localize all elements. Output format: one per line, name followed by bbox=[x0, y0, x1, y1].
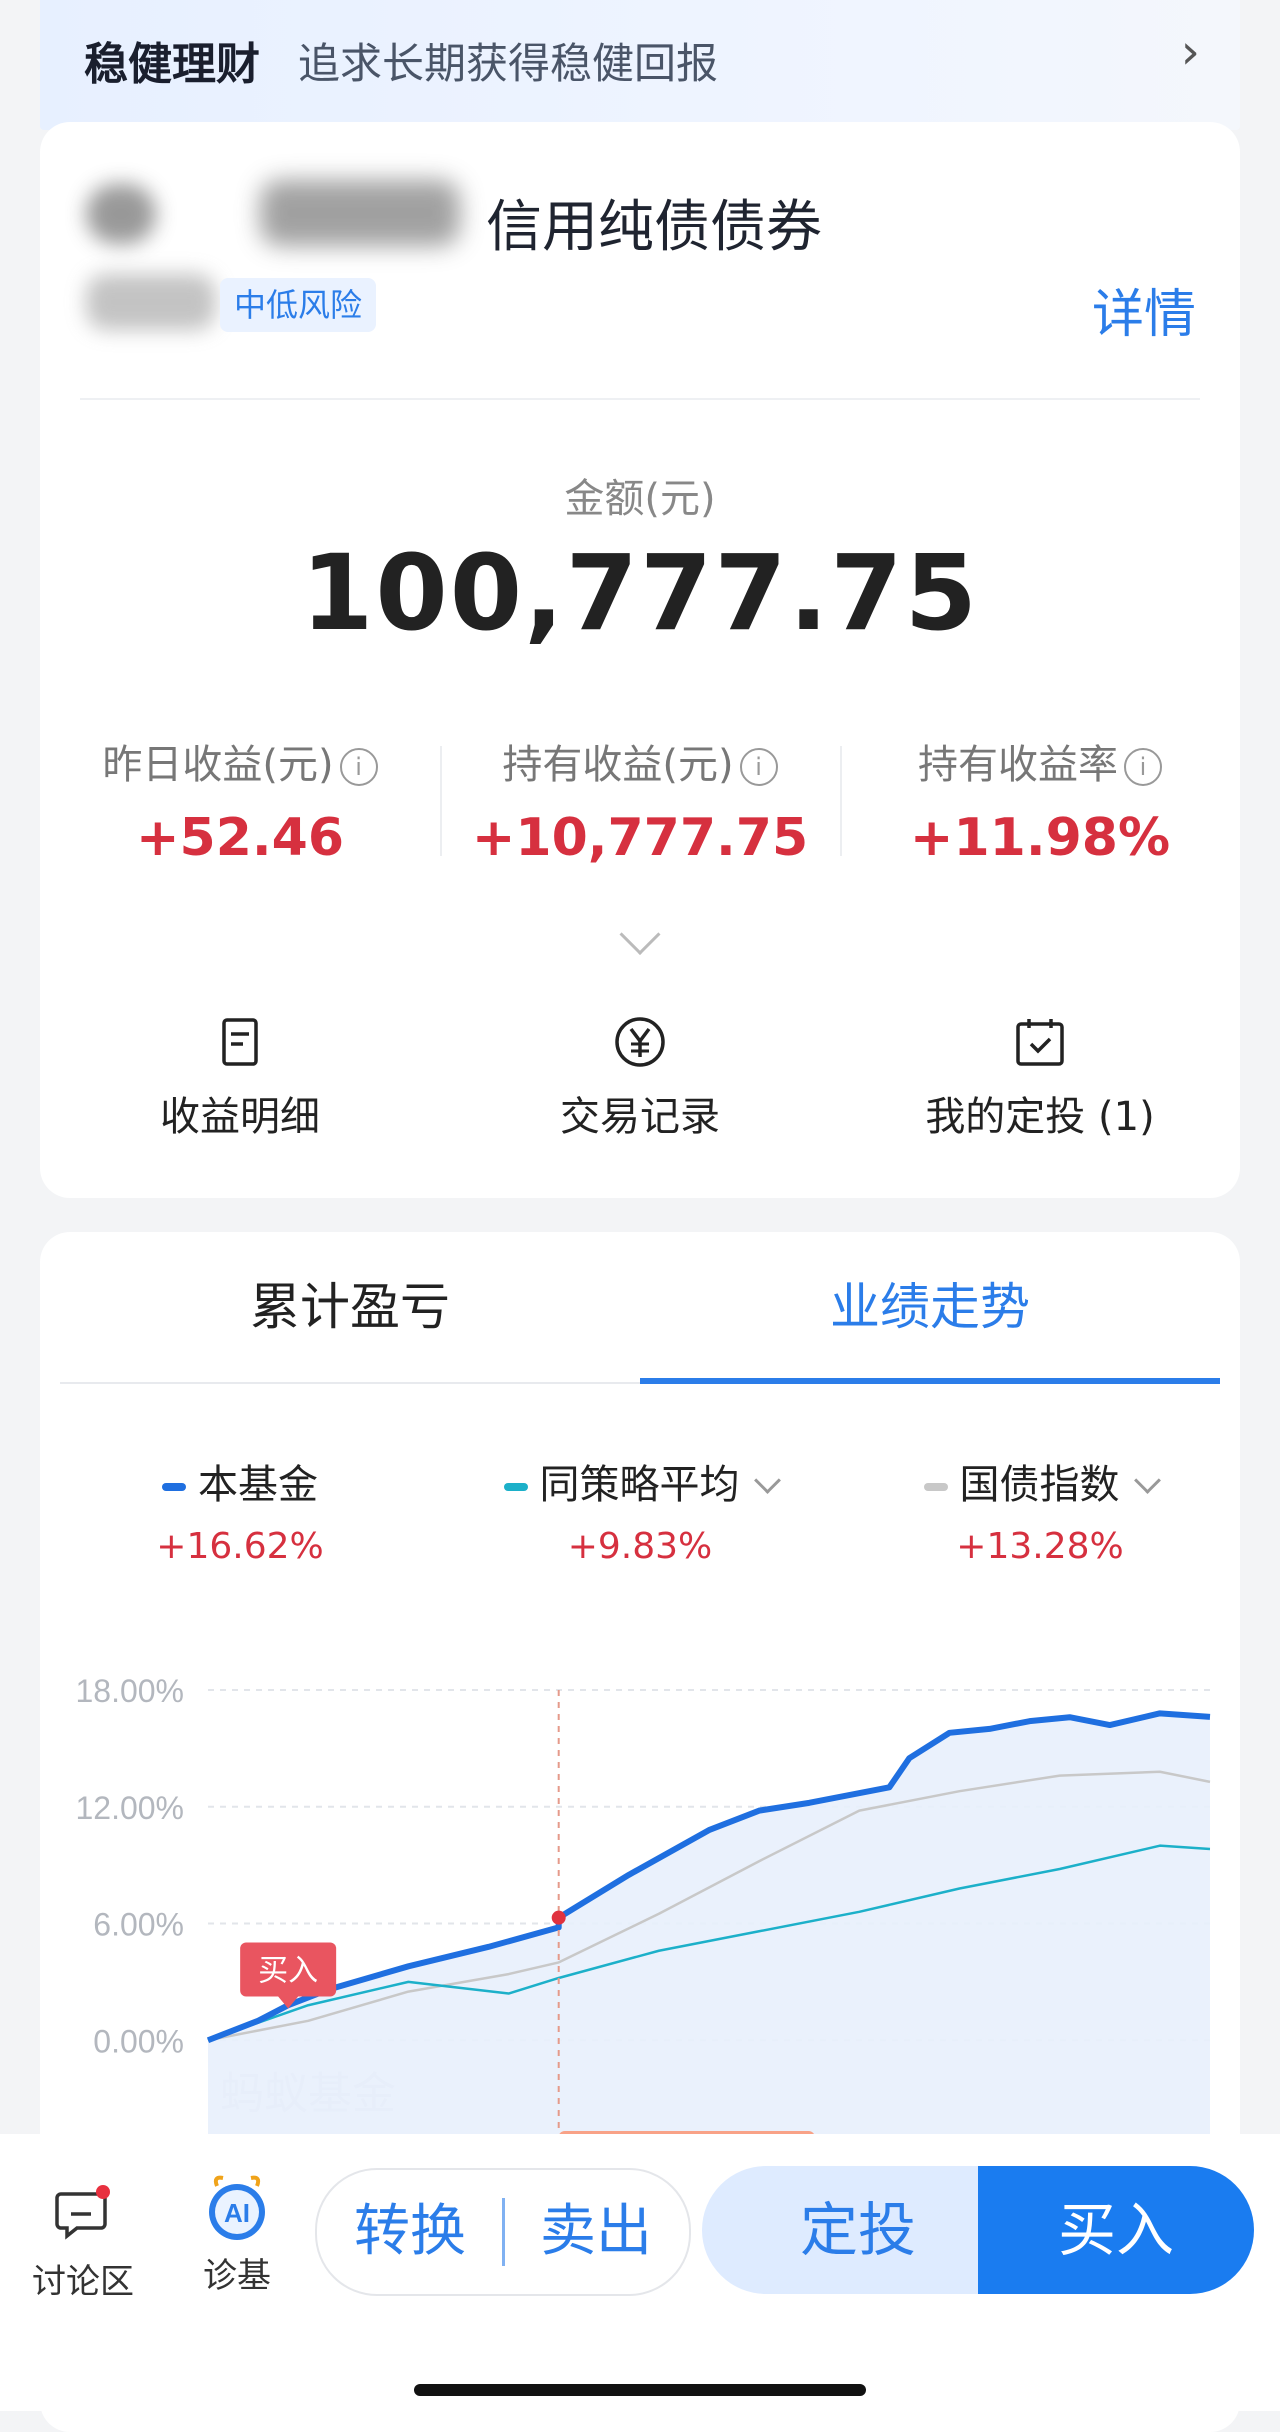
holding-card: 信用纯债债券 中低风险 详情 金额(元) 100,777.75 昨日收益(元) i… bbox=[40, 122, 1240, 1198]
stat-label: 昨日收益(元) bbox=[102, 742, 334, 788]
document-icon bbox=[222, 1018, 258, 1066]
sell-button[interactable]: 卖出 bbox=[503, 2170, 689, 2294]
chart-legend: 本基金 +16.62% 同策略平均 +9.83% 国债指数 +13.28% bbox=[40, 1452, 1240, 1567]
detail-link[interactable]: 详情 bbox=[1092, 272, 1196, 347]
legend-swatch bbox=[503, 1483, 528, 1491]
promo-banner[interactable]: 稳健理财 追求长期获得稳健回报 › bbox=[40, 0, 1240, 130]
legend-item-bond-index[interactable]: 国债指数 +13.28% bbox=[840, 1452, 1240, 1567]
legend-swatch bbox=[923, 1483, 948, 1491]
svg-text:AI: AI bbox=[224, 2198, 250, 2228]
convert-sell-group: 转换 卖出 bbox=[315, 2168, 691, 2296]
legend-name: 同策略平均 bbox=[539, 1462, 740, 1508]
stat-yesterday[interactable]: 昨日收益(元) i +52.46 bbox=[40, 732, 440, 868]
buy-button[interactable]: 买入 bbox=[978, 2166, 1254, 2294]
banner-subtitle: 追求长期获得稳健回报 bbox=[298, 39, 719, 88]
info-icon[interactable]: i bbox=[1124, 748, 1162, 786]
diagnose-label: 诊基 bbox=[203, 2256, 271, 2296]
banner-title: 稳健理财 bbox=[84, 39, 260, 90]
action-trade-records[interactable]: 交易记录 bbox=[440, 1014, 840, 1142]
convert-button[interactable]: 转换 bbox=[317, 2170, 503, 2294]
stat-value: +11.98% bbox=[909, 808, 1171, 868]
legend-pct: +13.28% bbox=[956, 1526, 1124, 1567]
chevron-down-icon[interactable] bbox=[1133, 1467, 1161, 1494]
manager-change-dot bbox=[551, 1910, 566, 1925]
stat-label: 持有收益(元) bbox=[502, 742, 734, 788]
quick-actions: 收益明细 交易记录 我的定投 (1) bbox=[40, 1014, 1240, 1142]
calendar-check-icon bbox=[1016, 1019, 1064, 1066]
chevron-right-icon[interactable]: › bbox=[1181, 24, 1200, 80]
chat-icon bbox=[55, 2185, 110, 2240]
legend-item-peer-avg[interactable]: 同策略平均 +9.83% bbox=[440, 1452, 840, 1567]
stat-value: +10,777.75 bbox=[471, 808, 809, 868]
risk-badge: 中低风险 bbox=[220, 278, 377, 332]
legend-name: 国债指数 bbox=[959, 1462, 1120, 1508]
divider bbox=[80, 398, 1200, 400]
discussion-label: 讨论区 bbox=[32, 2262, 134, 2302]
info-icon[interactable]: i bbox=[739, 748, 778, 786]
redacted-fund-type bbox=[86, 274, 216, 330]
chevron-down-icon[interactable] bbox=[753, 1467, 781, 1494]
tab-bar: 累计盈亏 业绩走势 bbox=[60, 1232, 1220, 1384]
tab-cumulative-pnl[interactable]: 累计盈亏 bbox=[60, 1232, 640, 1382]
info-icon[interactable]: i bbox=[339, 748, 378, 786]
legend-swatch bbox=[162, 1483, 186, 1491]
amount-value: 100,777.75 bbox=[301, 532, 979, 654]
action-my-dingtou[interactable]: 我的定投 (1) bbox=[840, 1014, 1240, 1142]
stats-row: 昨日收益(元) i +52.46 持有收益(元) i +10,777.75 持有收益… bbox=[40, 732, 1240, 868]
y-tick-label: 12.00% bbox=[75, 1790, 184, 1826]
action-label: 我的定投 (1) bbox=[925, 1094, 1155, 1140]
stat-value: +52.46 bbox=[135, 808, 345, 868]
action-label: 收益明细 bbox=[160, 1094, 320, 1140]
action-label: 交易记录 bbox=[560, 1094, 720, 1140]
stat-label: 持有收益率 bbox=[918, 742, 1118, 788]
diagnose-button[interactable]: AI 诊基 bbox=[182, 2172, 292, 2297]
dingtou-button[interactable]: 定投 bbox=[702, 2166, 1014, 2294]
legend-pct: +16.62% bbox=[156, 1526, 324, 1567]
stat-holding-rate[interactable]: 持有收益率 i +11.98% bbox=[840, 732, 1240, 868]
action-profit-detail[interactable]: 收益明细 bbox=[40, 1014, 440, 1142]
y-tick-label: 18.00% bbox=[75, 1673, 184, 1709]
discussion-button[interactable]: 讨论区 bbox=[28, 2184, 138, 2303]
bottom-action-bar: 讨论区 AI 诊基 转换 卖出 定投 买入 bbox=[0, 2134, 1280, 2411]
legend-item-fund: 本基金 +16.62% bbox=[40, 1452, 440, 1567]
amount-label: 金额(元) bbox=[564, 476, 716, 522]
fund-area bbox=[208, 1713, 1210, 2157]
legend-name: 本基金 bbox=[198, 1462, 318, 1508]
y-tick-label: 6.00% bbox=[93, 1907, 184, 1943]
legend-pct: +9.83% bbox=[567, 1526, 713, 1567]
stat-holding-profit[interactable]: 持有收益(元) i +10,777.75 bbox=[440, 732, 840, 868]
buy-label: 买入 bbox=[258, 1954, 318, 1989]
yuan-circle-icon bbox=[615, 1017, 665, 1067]
expand-chevron-icon[interactable] bbox=[619, 913, 661, 956]
y-tick-label: 0.00% bbox=[93, 2023, 184, 2059]
ai-diagnose-icon: AI bbox=[209, 2175, 265, 2240]
home-indicator bbox=[414, 2384, 866, 2396]
tab-performance-trend[interactable]: 业绩走势 bbox=[640, 1232, 1220, 1384]
fund-name: 信用纯债债券 bbox=[486, 195, 822, 260]
